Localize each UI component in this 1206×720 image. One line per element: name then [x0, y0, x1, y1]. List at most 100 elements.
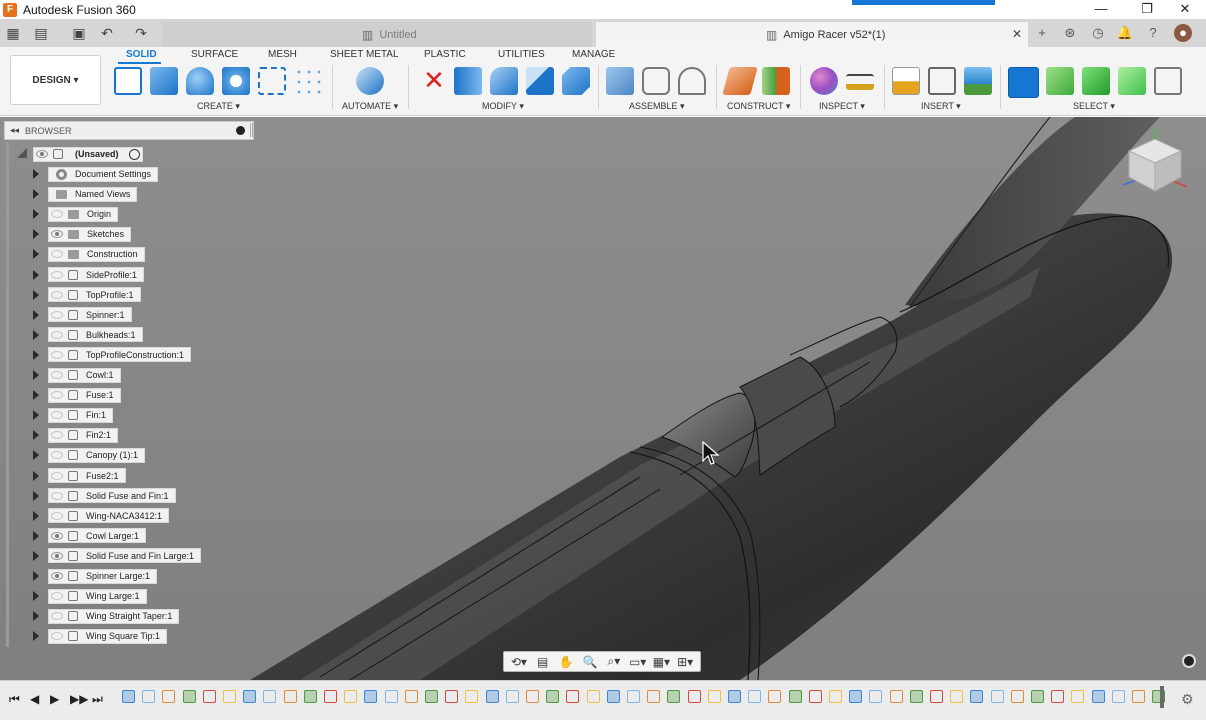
browser-node[interactable]: Wing Large:1	[48, 588, 147, 604]
circular-pattern-icon[interactable]	[294, 67, 322, 95]
expand-arrow-icon[interactable]	[33, 530, 39, 541]
timeline-feature-icon[interactable]	[970, 690, 984, 703]
timeline-feature-icon[interactable]	[526, 690, 539, 703]
timeline-feature-icon[interactable]	[1051, 690, 1065, 703]
expand-arrow-icon[interactable]	[33, 309, 39, 320]
browser-node[interactable]: Canopy (1):1	[48, 447, 146, 463]
visibility-icon[interactable]	[51, 230, 63, 239]
play-icon[interactable]: ▶	[50, 692, 59, 706]
browser-item[interactable]: Wing Large:1	[0, 588, 260, 604]
timeline-feature-icon[interactable]	[364, 690, 378, 703]
minimize-button[interactable]: —	[1082, 0, 1120, 19]
timeline-feature-icon[interactable]	[162, 690, 176, 703]
timeline-feature-icon[interactable]	[1010, 690, 1024, 703]
assemble-group-label[interactable]: ASSEMBLE ▾	[629, 101, 685, 112]
timeline-feature-icon[interactable]	[344, 690, 358, 703]
browser-node[interactable]: Document Settings	[48, 166, 159, 182]
app-grid-icon[interactable]: ▦	[4, 24, 22, 42]
timeline-feature-icon[interactable]	[485, 690, 499, 703]
collapse-browser-icon[interactable]: ◂◂	[10, 125, 19, 136]
expand-arrow-icon[interactable]	[33, 591, 39, 602]
timeline-feature-icon[interactable]	[687, 690, 701, 703]
browser-node[interactable]: Cowl Large:1	[48, 528, 147, 544]
browser-item[interactable]: Canopy (1):1	[0, 447, 260, 463]
shell-icon[interactable]	[526, 67, 554, 95]
job-status-icon[interactable]: ◷	[1089, 24, 1107, 42]
timeline-feature-icon[interactable]	[425, 690, 438, 703]
expand-arrow-icon[interactable]	[33, 370, 39, 380]
browser-item[interactable]: Fin:1	[0, 407, 260, 423]
visibility-icon[interactable]	[51, 572, 63, 580]
expand-arrow-icon[interactable]	[33, 390, 39, 401]
timeline-feature-icon[interactable]	[1132, 690, 1145, 703]
timeline-feature-icon[interactable]	[324, 690, 337, 703]
browser-node[interactable]: Spinner:1	[48, 307, 132, 323]
browser-node[interactable]: SideProfile:1	[48, 267, 145, 282]
browser-node[interactable]: Fuse:1	[48, 387, 121, 403]
expand-arrow-icon[interactable]	[33, 410, 39, 421]
timeline-feature-icon[interactable]	[849, 690, 863, 703]
browser-node[interactable]: Wing Square Tip:1	[48, 628, 168, 644]
expand-arrow-icon[interactable]	[33, 249, 39, 260]
timeline-feature-icon[interactable]	[243, 690, 257, 703]
timeline-feature-icon[interactable]	[384, 690, 398, 703]
timeline-feature-icon[interactable]	[263, 690, 277, 703]
insert-group-label[interactable]: INSERT ▾	[921, 101, 961, 112]
undo-icon[interactable]: ↶	[98, 24, 116, 42]
tab-sheet-metal[interactable]: SHEET METAL	[330, 49, 399, 60]
browser-item[interactable]: Wing-NACA3412:1	[0, 508, 260, 524]
timeline-feature-icon[interactable]	[808, 690, 822, 703]
user-avatar[interactable]: ●	[1174, 24, 1192, 42]
as-built-joint-icon[interactable]	[678, 67, 706, 95]
close-tab-icon[interactable]: ✕	[1012, 27, 1022, 41]
expand-toggle-icon[interactable]	[17, 148, 27, 158]
timeline-feature-icon[interactable]	[202, 690, 216, 703]
timeline-feature-icon[interactable]	[182, 690, 196, 703]
workspace-switcher-button[interactable]: DESIGN ▾	[10, 55, 101, 105]
visibility-icon[interactable]	[51, 511, 63, 520]
visibility-icon[interactable]	[51, 350, 63, 359]
expand-arrow-icon[interactable]	[33, 169, 39, 179]
insert-canvas-icon[interactable]	[964, 67, 992, 95]
browser-item[interactable]: Wing Straight Taper:1	[0, 608, 260, 624]
select-edges-icon[interactable]	[1154, 67, 1182, 95]
selection-priority-icon[interactable]	[1046, 67, 1074, 95]
expand-arrow-icon[interactable]	[33, 490, 39, 501]
expand-arrow-icon[interactable]	[33, 631, 39, 642]
timeline-feature-icon[interactable]	[748, 690, 762, 703]
tab-plastic[interactable]: PLASTIC	[424, 49, 466, 60]
close-window-button[interactable]: ✕	[1166, 0, 1204, 19]
display-mode-icon[interactable]	[1182, 654, 1196, 668]
construct-group-label[interactable]: CONSTRUCT ▾	[727, 101, 790, 112]
expand-arrow-icon[interactable]	[33, 611, 39, 622]
visibility-icon[interactable]	[51, 531, 63, 540]
step-forward-icon[interactable]: ▶▶	[70, 692, 88, 706]
browser-node[interactable]: Wing Straight Taper:1	[48, 608, 180, 624]
timeline-feature-icon[interactable]	[647, 690, 661, 703]
select-bodies-icon[interactable]	[1082, 67, 1110, 95]
visibility-icon[interactable]	[51, 391, 63, 400]
select-icon[interactable]	[1008, 67, 1039, 98]
rectangular-pattern-icon[interactable]	[258, 67, 286, 95]
new-tab-icon[interactable]: +	[1033, 24, 1051, 42]
automate-icon[interactable]	[356, 67, 384, 95]
browser-node[interactable]: Bulkheads:1	[48, 327, 143, 343]
browser-node[interactable]: Solid Fuse and Fin:1	[48, 488, 176, 504]
visibility-icon[interactable]	[51, 451, 63, 460]
timeline-feature-icon[interactable]	[465, 690, 479, 703]
browser-item[interactable]: SideProfile:1	[0, 267, 260, 283]
timeline-feature-icon[interactable]	[445, 690, 459, 703]
select-faces-icon[interactable]	[1118, 67, 1146, 95]
root-node[interactable]: (Unsaved)	[33, 146, 143, 162]
zoom-icon[interactable]: 🔍	[579, 655, 601, 669]
browser-node[interactable]: Cowl:1	[48, 367, 121, 383]
timeline-feature-icon[interactable]	[303, 690, 317, 703]
browser-node[interactable]: Sketches	[48, 226, 132, 242]
tab-utilities[interactable]: UTILITIES	[498, 49, 545, 60]
browser-item[interactable]: Spinner Large:1	[0, 568, 260, 584]
browser-node[interactable]: Fin:1	[48, 407, 114, 423]
expand-arrow-icon[interactable]	[33, 189, 39, 200]
insert-mesh-icon[interactable]	[928, 67, 956, 95]
browser-item[interactable]: Origin	[0, 206, 260, 222]
timeline-feature-icon[interactable]	[889, 690, 903, 703]
